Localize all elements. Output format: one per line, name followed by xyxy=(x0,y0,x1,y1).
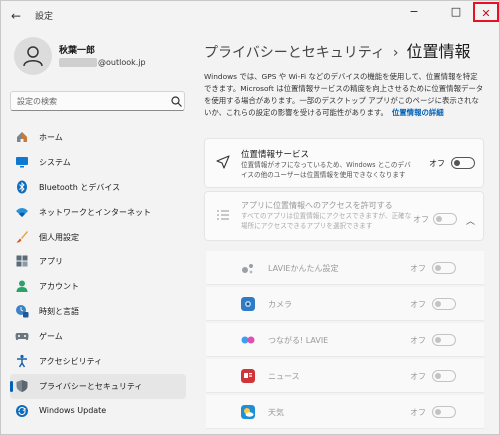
search-box[interactable] xyxy=(10,91,185,111)
sidebar-item-home[interactable]: ホーム xyxy=(10,125,186,150)
user-email: @outlook.jp xyxy=(59,58,146,67)
app-access-card: アプリに位置情報へのアクセスを許可する すべてのアプリは位置情報にアクセスできま… xyxy=(204,191,484,241)
camera-icon xyxy=(241,297,255,311)
back-button[interactable]: ← xyxy=(9,9,23,23)
sidebar-item-label: ゲーム xyxy=(39,332,63,342)
sidebar-nav: ホーム システム Bluetooth とデバイス ネットワークとインターネット … xyxy=(10,125,187,424)
breadcrumb: プライバシーとセキュリティ › 位置情報 xyxy=(204,38,471,62)
app-toggle[interactable] xyxy=(432,334,456,346)
app-name: つながる! LAVIE xyxy=(268,336,329,345)
update-icon xyxy=(16,404,28,417)
user-email-domain: @outlook.jp xyxy=(98,58,146,67)
apps-icon xyxy=(16,255,28,267)
sidebar-item-label: アカウント xyxy=(39,282,79,292)
list-icon xyxy=(217,210,229,220)
location-service-card: 位置情報サービス 位置情報がオフになっているため、Windows とこのデバイス… xyxy=(204,138,484,188)
sidebar-item-label: アプリ xyxy=(39,257,63,267)
app-access-title: アプリに位置情報へのアクセスを許可する xyxy=(241,201,393,210)
search-icon[interactable] xyxy=(171,96,182,107)
sidebar-item-privacy-security[interactable]: プライバシーとセキュリティ xyxy=(10,373,186,399)
settings-window: ← 設定 − □ ✕ 秋葉一郎 @outlook.jp ホーム システム xyxy=(0,0,500,435)
app-title: 設定 xyxy=(35,12,54,22)
app-toggle-label: オフ xyxy=(410,300,426,309)
location-arrow-icon xyxy=(216,155,230,169)
app-toggle-label: オフ xyxy=(410,264,426,273)
chevron-up-icon[interactable]: ︿ xyxy=(466,214,475,227)
time-language-icon xyxy=(16,305,29,318)
app-toggle[interactable] xyxy=(432,262,456,274)
sidebar-item-label: システム xyxy=(39,157,71,167)
close-button[interactable]: ✕ xyxy=(473,2,499,22)
sidebar-item-label: ホーム xyxy=(39,133,63,142)
network-icon xyxy=(16,207,28,217)
app-toggle-label: オフ xyxy=(410,408,426,417)
user-name: 秋葉一郎 xyxy=(59,46,96,56)
minimize-button[interactable]: − xyxy=(401,2,427,22)
app-toggle[interactable] xyxy=(432,406,456,418)
sidebar-item-label: 時刻と言語 xyxy=(39,307,79,317)
bluetooth-icon xyxy=(17,180,27,194)
app-toggle[interactable] xyxy=(432,298,456,310)
sidebar-item-accounts[interactable]: アカウント xyxy=(10,274,186,299)
location-info-link[interactable]: 位置情報の詳細 xyxy=(392,108,444,117)
app-row-lavie-settings: LAVIEかんたん設定 オフ xyxy=(206,251,484,285)
news-icon xyxy=(241,369,255,383)
shield-icon xyxy=(16,379,28,392)
person-icon xyxy=(23,46,43,67)
brush-icon xyxy=(16,230,28,243)
app-name: カメラ xyxy=(268,300,292,309)
maximize-button[interactable]: □ xyxy=(443,2,469,22)
sidebar-item-accessibility[interactable]: アクセシビリティ xyxy=(10,349,186,374)
app-toggle-label: オフ xyxy=(410,336,426,345)
sidebar-item-label: プライバシーとセキュリティ xyxy=(39,381,143,391)
app-row-tsunagaru-lavie: つながる! LAVIE オフ xyxy=(206,323,484,357)
email-redaction xyxy=(59,58,97,67)
app-access-toggle[interactable] xyxy=(433,213,457,225)
sidebar-item-label: Bluetooth とデバイス xyxy=(39,182,121,192)
sidebar-item-label: 個人用設定 xyxy=(39,232,79,242)
sidebar-item-network[interactable]: ネットワークとインターネット xyxy=(10,200,186,225)
home-icon xyxy=(17,132,27,142)
page-description: Windows では、GPS や Wi-Fi などのデバイスの機能を使用して、位… xyxy=(204,71,484,119)
title-bar: ← 設定 − □ ✕ xyxy=(1,1,499,31)
sidebar-item-label: Windows Update xyxy=(39,405,107,415)
sidebar-item-label: ネットワークとインターネット xyxy=(39,207,151,217)
page-title: 位置情報 xyxy=(406,42,471,61)
sidebar-item-windows-update[interactable]: Windows Update xyxy=(10,399,186,424)
app-name: 天気 xyxy=(268,408,284,417)
link-icon xyxy=(241,336,255,344)
location-service-toggle[interactable] xyxy=(451,157,475,169)
system-icon xyxy=(16,156,28,168)
weather-icon xyxy=(241,405,255,419)
game-icon xyxy=(15,333,29,341)
location-service-toggle-label: オフ xyxy=(429,159,445,168)
breadcrumb-parent[interactable]: プライバシーとセキュリティ xyxy=(204,45,385,61)
app-row-weather: 天気 オフ xyxy=(206,395,484,429)
sidebar-item-apps[interactable]: アプリ xyxy=(10,249,186,274)
sidebar-item-gaming[interactable]: ゲーム xyxy=(10,324,186,349)
app-toggle[interactable] xyxy=(432,370,456,382)
sidebar-item-time-language[interactable]: 時刻と言語 xyxy=(10,299,186,324)
breadcrumb-separator: › xyxy=(392,45,399,61)
account-icon xyxy=(16,280,28,293)
app-access-toggle-label: オフ xyxy=(413,215,429,224)
app-name: LAVIEかんたん設定 xyxy=(268,264,339,273)
accessibility-icon xyxy=(17,354,27,368)
app-access-subtitle: すべてのアプリは位置情報にアクセスできますが、正確な場所にアクセスできるアプリを… xyxy=(241,212,412,230)
sidebar-item-system[interactable]: システム xyxy=(10,150,186,175)
gear-dots-icon xyxy=(242,264,253,274)
sidebar-item-bluetooth[interactable]: Bluetooth とデバイス xyxy=(10,175,186,200)
avatar[interactable] xyxy=(14,37,52,75)
sidebar-item-personalization[interactable]: 個人用設定 xyxy=(10,225,186,250)
location-service-title: 位置情報サービス xyxy=(241,150,310,160)
app-row-camera: カメラ オフ xyxy=(206,287,484,321)
search-input[interactable] xyxy=(17,95,167,108)
app-row-news: ニュース オフ xyxy=(206,359,484,393)
app-toggle-label: オフ xyxy=(410,372,426,381)
location-service-subtitle: 位置情報がオフになっているため、Windows とこのデバイスの他のユーザーは位… xyxy=(241,161,411,179)
app-name: ニュース xyxy=(268,372,300,381)
sidebar-item-label: アクセシビリティ xyxy=(39,357,103,367)
